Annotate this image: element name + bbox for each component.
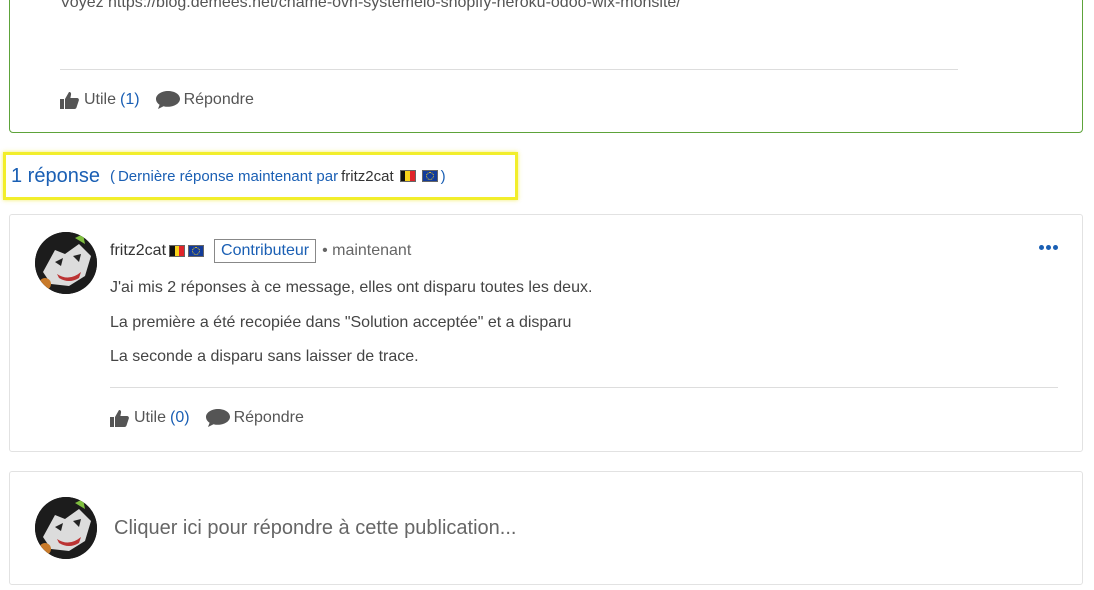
helpful-label: Utile [134,409,167,426]
reply-line-2: La première a été recopiée dans "Solutio… [110,314,572,331]
flag-eu-icon [188,245,205,257]
helpful-button[interactable]: Utile (1) [60,91,140,109]
accepted-answer-card: Voyez https://blog.demees.net/chame-ovh-… [9,0,1083,133]
speech-bubble-icon [155,91,180,109]
last-reply-label: Dernière réponse maintenant par [117,167,339,185]
reply-actions: Utile (0) Répondre [110,409,304,427]
last-reply-author[interactable]: fritz2cat [341,168,394,185]
reply-card: fritz2cat Contributeur • maintenant J'ai… [9,214,1083,452]
replies-count: 1 réponse [11,164,100,187]
replies-header: 1 réponse ( Dernière réponse maintenant … [3,152,518,200]
thumbs-up-icon [60,91,80,109]
more-options-icon[interactable] [1039,245,1058,250]
reply-label: Répondre [233,409,304,426]
reply-line-1: J'ai mis 2 réponses à ce message, elles … [110,279,593,296]
open-paren: ( [109,167,115,185]
reply-line-3: La seconde a disparu sans laisser de tra… [110,348,419,365]
avatar [35,497,97,559]
reply-button[interactable]: Répondre [205,409,304,427]
flag-belgium-icon [399,170,416,182]
reply-header: fritz2cat Contributeur • maintenant [110,239,411,263]
flag-belgium-icon [169,245,186,257]
reply-button[interactable]: Répondre [155,91,254,109]
avatar[interactable] [35,232,97,294]
post-text: Voyez https://blog.demees.net/chame-ovh-… [60,0,681,11]
speech-bubble-icon [205,409,230,427]
helpful-count[interactable]: (0) [170,409,190,427]
reply-input[interactable]: Cliquer ici pour répondre à cette public… [114,517,516,540]
post-actions: Utile (1) Répondre [60,91,254,109]
divider [60,69,958,70]
compose-reply-card[interactable]: Cliquer ici pour répondre à cette public… [9,471,1083,585]
contributor-badge[interactable]: Contributeur [214,239,317,263]
helpful-count[interactable]: (1) [120,91,140,109]
helpful-button[interactable]: Utile (0) [110,409,190,427]
flag-eu-icon [421,170,438,182]
reply-timestamp: • maintenant [322,242,412,259]
author-name[interactable]: fritz2cat [110,242,166,260]
helpful-label: Utile [84,91,117,108]
thumbs-up-icon [110,409,130,427]
close-paren: ) [440,167,446,185]
last-reply-info: ( Dernière réponse maintenant par fritz2… [110,168,446,185]
divider [110,387,1058,388]
reply-label: Répondre [183,91,254,108]
